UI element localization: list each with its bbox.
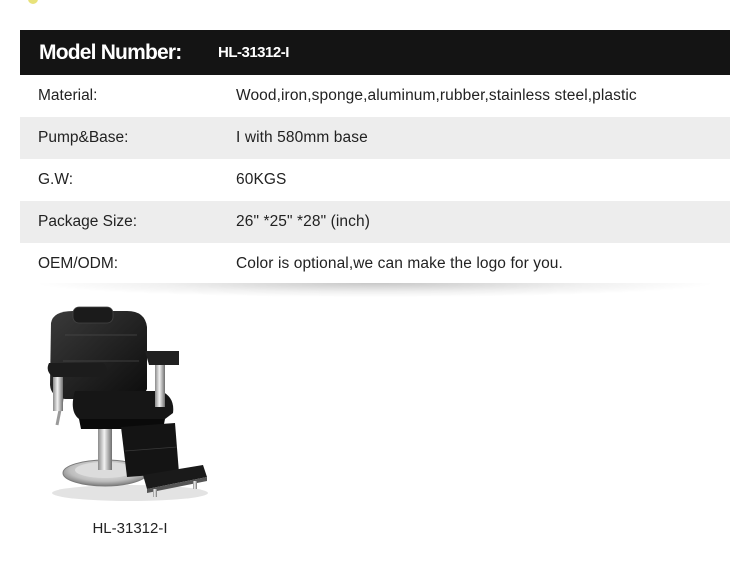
spec-label: Pump&Base:: [38, 129, 129, 146]
spec-value: 60KGS: [236, 171, 287, 188]
model-number-label: Model Number:: [39, 40, 182, 64]
spec-table: Model Number: HL-31312-I Material: Wood,…: [20, 30, 730, 285]
spec-label: Material:: [38, 87, 98, 104]
product-photo: [47, 306, 208, 501]
spec-value: Color is optional,we can make the logo f…: [236, 255, 563, 272]
model-number-value: HL-31312-I: [218, 44, 289, 61]
product-caption: HL-31312-I: [92, 520, 168, 537]
spec-row-gross-weight: G.W: 60KGS: [20, 159, 730, 201]
corner-decoration: [28, 0, 38, 4]
table-shadow: [40, 283, 710, 297]
spec-value: I with 580mm base: [236, 129, 368, 146]
spec-row-material: Material: Wood,iron,sponge,aluminum,rubb…: [20, 75, 730, 117]
spec-row-pump-base: Pump&Base: I with 580mm base: [20, 117, 730, 159]
spec-label: OEM/ODM:: [38, 255, 119, 272]
spec-label: Package Size:: [38, 213, 138, 230]
spec-value: 26" *25" *28" (inch): [236, 213, 370, 230]
spec-row-package-size: Package Size: 26" *25" *28" (inch): [20, 201, 730, 243]
spec-value: Wood,iron,sponge,aluminum,rubber,stainle…: [236, 87, 637, 104]
spec-header-row: Model Number: HL-31312-I: [20, 30, 730, 75]
spec-row-oem-odm: OEM/ODM: Color is optional,we can make t…: [20, 243, 730, 285]
spec-label: G.W:: [38, 171, 74, 188]
